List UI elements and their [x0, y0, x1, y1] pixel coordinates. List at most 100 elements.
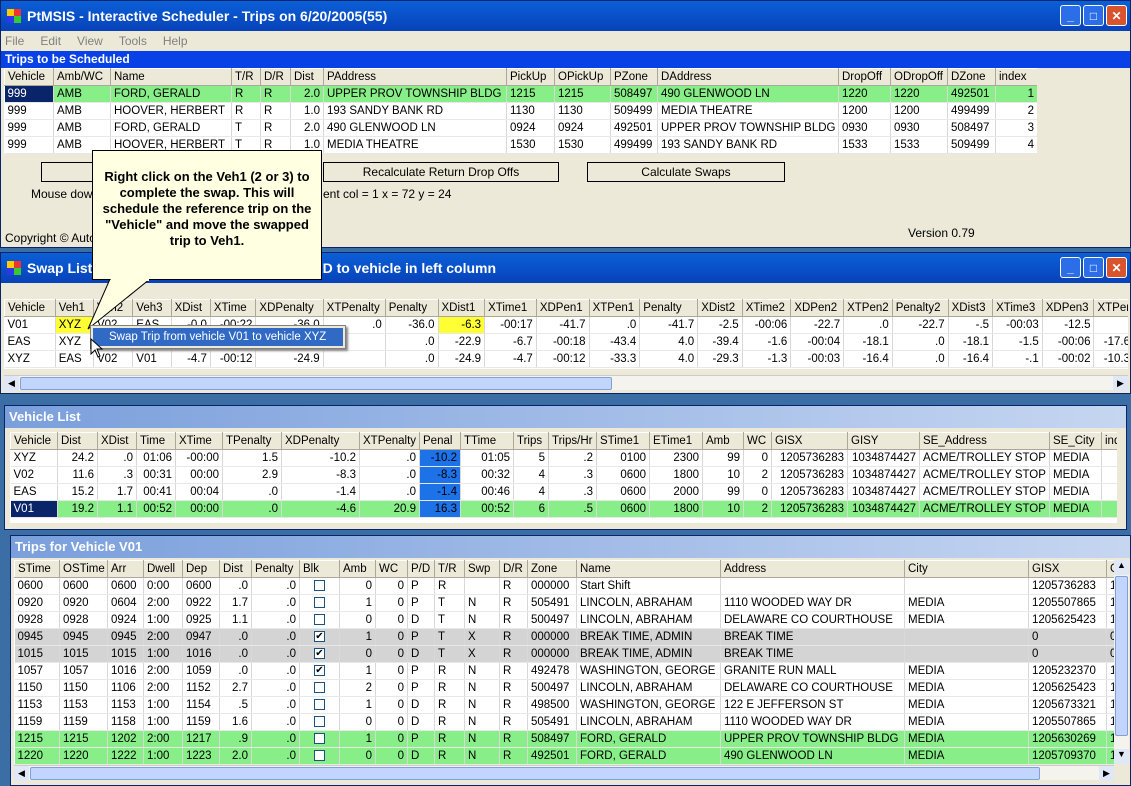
scroll-up-icon[interactable]: ▲: [1114, 560, 1129, 575]
table-row[interactable]: V02 11.6.3 00:31 00:00 2.9 -8.3.0 -8.3 00:32 4.3…: [10, 466, 1117, 484]
table-cell: 492501: [527, 747, 577, 764]
table-row[interactable]: 999 AMB FORD, GERALD R R 2.0 UPPER PROV TOWNSH…: [4, 85, 1037, 103]
table-row[interactable]: 999 AMB FORD, GERALD T R 2.0 490 GLENWOOD LN 09…: [4, 119, 1037, 137]
column-header: Name: [110, 68, 232, 86]
table-row[interactable]: 1220 1220 1222 1:00 1223 2.0.0 0 0 D R N R 492501 FOR…: [14, 747, 1114, 764]
table-row[interactable]: 1015 1015 1015 1:00 1016.0.0 ✔ 0 0 D T X R 000000 BRE…: [14, 645, 1114, 663]
trips-vehicle-window: Trips for Vehicle V01 STime OSTime Arr Dwel…: [10, 535, 1131, 786]
table-cell: N: [464, 747, 500, 764]
trips-grid[interactable]: Vehicle Amb/WC Name T/R D/R Dist PAddress PickU…: [4, 68, 1037, 154]
blocked-checkbox[interactable]: [299, 696, 340, 714]
swap-hscroll-thumb[interactable]: [20, 377, 612, 390]
table-row[interactable]: 0920 0920 0604 2:00 0922 1.7.0 1 0 P T N R 505491 LIN…: [14, 594, 1114, 612]
menu-file[interactable]: File: [5, 34, 24, 48]
blocked-checkbox[interactable]: [299, 594, 340, 612]
table-cell: 11.6: [57, 466, 98, 484]
blocked-checkbox[interactable]: [299, 611, 340, 629]
swap-maximize-icon[interactable]: □: [1083, 257, 1104, 278]
table-row[interactable]: V01 19.2 1.1 00:52 00:00.0 -4.6 20.9 16.3 00:52 6…: [10, 500, 1117, 518]
column-header: Dist: [219, 560, 252, 578]
table-cell: -8.3: [281, 466, 360, 484]
tv-scroll-left-icon[interactable]: ◀: [14, 766, 29, 781]
column-header: Vehicle: [4, 299, 56, 317]
trips-vehicle-vscroll[interactable]: ▲ ▼: [1114, 560, 1129, 764]
table-cell: 00:32: [460, 466, 514, 484]
blocked-checkbox[interactable]: ✔: [299, 645, 340, 663]
scroll-left-icon[interactable]: ◀: [4, 376, 19, 391]
table-row[interactable]: EAS 15.2 1.7 00:41 00:04.0 -1.4.0 -1.4 00:46 4.3…: [10, 483, 1117, 501]
table-cell: -00:12: [536, 350, 590, 368]
scroll-right-icon[interactable]: ▶: [1113, 376, 1128, 391]
trips-vehicle-grid[interactable]: STime OSTime Arr Dwell Dep Dist Penalty Blk Amb W…: [14, 560, 1114, 764]
help-callout: Right click on the Veh1 (2 or 3) to comp…: [92, 150, 322, 280]
table-cell: 0: [375, 713, 408, 731]
table-cell: .0: [219, 628, 252, 646]
column-header: XDPen2: [790, 299, 845, 317]
swap-trip-menu-item[interactable]: Swap Trip from vehicle V01 to vehicle XY…: [93, 328, 343, 346]
table-row[interactable]: XYZ 24.2.0 01:06 -00:00 1.5 -10.2.0 -10.2 01:05…: [10, 449, 1117, 467]
swap-close-icon[interactable]: ✕: [1106, 257, 1127, 278]
trips-vehicle-vscroll-thumb[interactable]: [1115, 576, 1128, 736]
tv-scroll-right-icon[interactable]: ▶: [1099, 766, 1114, 781]
swap-hscroll[interactable]: ◀ ▶: [4, 375, 1128, 391]
menu-edit[interactable]: Edit: [40, 34, 61, 48]
trips-vehicle-hscroll[interactable]: ◀ ▶: [14, 765, 1114, 781]
table-cell: 1110 WOODED WAY DR: [720, 594, 905, 612]
blocked-checkbox[interactable]: [299, 679, 340, 697]
table-cell: 499499: [947, 102, 996, 120]
table-cell: 0928: [14, 611, 60, 629]
column-header: D/R: [499, 560, 528, 578]
table-cell: ACME/TROLLEY STOP: [919, 500, 1050, 518]
recalc-button[interactable]: Recalculate Return Drop Offs: [323, 162, 559, 182]
table-cell: 1: [339, 628, 376, 646]
table-row[interactable]: XYZ EAS V02 V01 -4.7 -00:12 -24.9.0 -24.9 -4.7 -0…: [4, 350, 1128, 368]
table-row[interactable]: 1150 1150 1106 2:00 1152 2.7.0 2 0 P R N R 500497 LIN…: [14, 679, 1114, 697]
table-cell: R: [499, 679, 528, 697]
table-row[interactable]: 0928 0928 0924 1:00 0925 1.1.0 0 0 D T N R 500497 LIN…: [14, 611, 1114, 629]
blocked-checkbox[interactable]: [299, 747, 340, 764]
table-cell: N: [464, 594, 500, 612]
menu-help[interactable]: Help: [163, 34, 188, 48]
mouse-cursor-icon: [90, 338, 104, 358]
table-cell: .0: [251, 628, 300, 646]
table-row[interactable]: 1215 1215 1202 2:00 1217.9.0 1 0 P R N R 508497 FORD…: [14, 730, 1114, 748]
calc-swaps-button[interactable]: Calculate Swaps: [587, 162, 785, 182]
vehicle-grid[interactable]: Vehicle Dist XDist Time XTime TPenalty XDPenal…: [10, 432, 1117, 523]
table-cell: 490 GLENWOOD LN: [657, 85, 839, 103]
scroll-down-icon[interactable]: ▼: [1114, 749, 1129, 764]
close-icon[interactable]: ✕: [1106, 5, 1127, 26]
table-cell: 1217: [182, 730, 220, 748]
blocked-checkbox[interactable]: ✔: [299, 662, 340, 680]
table-cell: 5: [513, 449, 549, 467]
column-header: Swp: [464, 560, 500, 578]
menu-tools[interactable]: Tools: [119, 34, 147, 48]
table-cell: 1153: [14, 696, 60, 714]
trips-vehicle-hscroll-thumb[interactable]: [30, 767, 1040, 780]
table-cell: BREAK TIME, ADMIN: [576, 645, 721, 663]
table-row[interactable]: 999 AMB HOOVER, HERBERT R R 1.0 193 SANDY BANK…: [4, 102, 1037, 120]
table-cell: 3: [995, 119, 1037, 137]
table-cell: 4.0: [639, 333, 699, 351]
table-row[interactable]: 1153 1153 1153 1:00 1154.5.0 1 0 D R N R 498500 WASH…: [14, 696, 1114, 714]
table-row[interactable]: 0945 0945 0945 2:00 0947.0.0 ✔ 1 0 P T X R 000000 BRE…: [14, 628, 1114, 646]
blocked-checkbox[interactable]: [299, 730, 340, 748]
maximize-icon[interactable]: □: [1083, 5, 1104, 26]
table-cell: -22.7: [790, 316, 845, 334]
table-cell: 2: [995, 102, 1037, 120]
table-row[interactable]: 1057 1057 1016 2:00 1059.0.0 ✔ 1 0 P R N R 492478 WAS…: [14, 662, 1114, 680]
table-row[interactable]: 0600 0600 0600 0:00 0600.0.0 0 0 P R R 000000 Start…: [14, 577, 1114, 595]
table-row[interactable]: 1159 1159 1158 1:00 1159 1.6.0 0 0 D R N R 505491 LIN…: [14, 713, 1114, 731]
blocked-checkbox[interactable]: [299, 577, 340, 595]
swap-minimize-icon[interactable]: _: [1060, 257, 1081, 278]
menu-view[interactable]: View: [77, 34, 103, 48]
blocked-checkbox[interactable]: ✔: [299, 628, 340, 646]
table-cell: 0922: [182, 594, 220, 612]
table-cell: T: [434, 611, 465, 629]
table-cell: .0: [251, 594, 300, 612]
table-cell: 0930: [838, 119, 891, 137]
table-cell: -00:12: [210, 350, 257, 368]
blocked-checkbox[interactable]: [299, 713, 340, 731]
table-cell: MEDIA: [904, 696, 1029, 714]
table-cell: 1215: [59, 730, 108, 748]
minimize-icon[interactable]: _: [1060, 5, 1081, 26]
